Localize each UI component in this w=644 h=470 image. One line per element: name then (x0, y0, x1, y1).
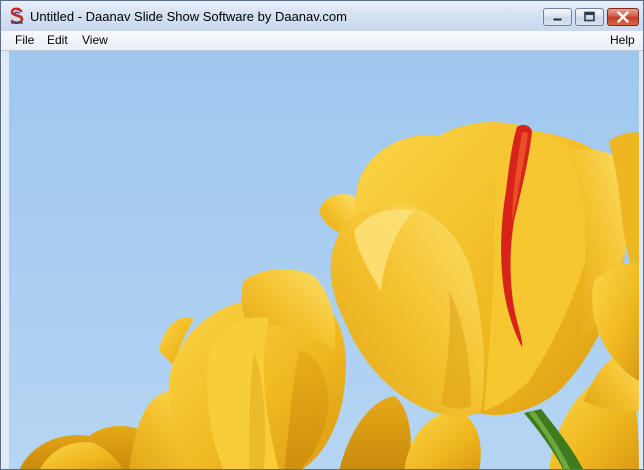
slide-canvas[interactable] (9, 51, 639, 469)
maximize-icon (584, 11, 595, 22)
title-bar[interactable]: Untitled - Daanav Slide Show Software by… (1, 1, 643, 32)
menu-bar: File Edit View Help (1, 31, 643, 51)
close-icon (617, 11, 629, 23)
tulips-photo (9, 51, 639, 469)
menu-edit[interactable]: Edit (46, 33, 69, 47)
menu-help[interactable]: Help (609, 33, 636, 47)
menu-view[interactable]: View (81, 33, 109, 47)
minimize-button[interactable] (543, 8, 572, 26)
close-button[interactable] (607, 8, 639, 26)
minimize-icon (552, 17, 563, 22)
menu-file[interactable]: File (14, 33, 35, 47)
app-window: Untitled - Daanav Slide Show Software by… (0, 0, 644, 470)
maximize-button[interactable] (575, 8, 604, 26)
daanav-logo-icon[interactable] (8, 7, 26, 25)
window-title: Untitled - Daanav Slide Show Software by… (30, 9, 347, 24)
